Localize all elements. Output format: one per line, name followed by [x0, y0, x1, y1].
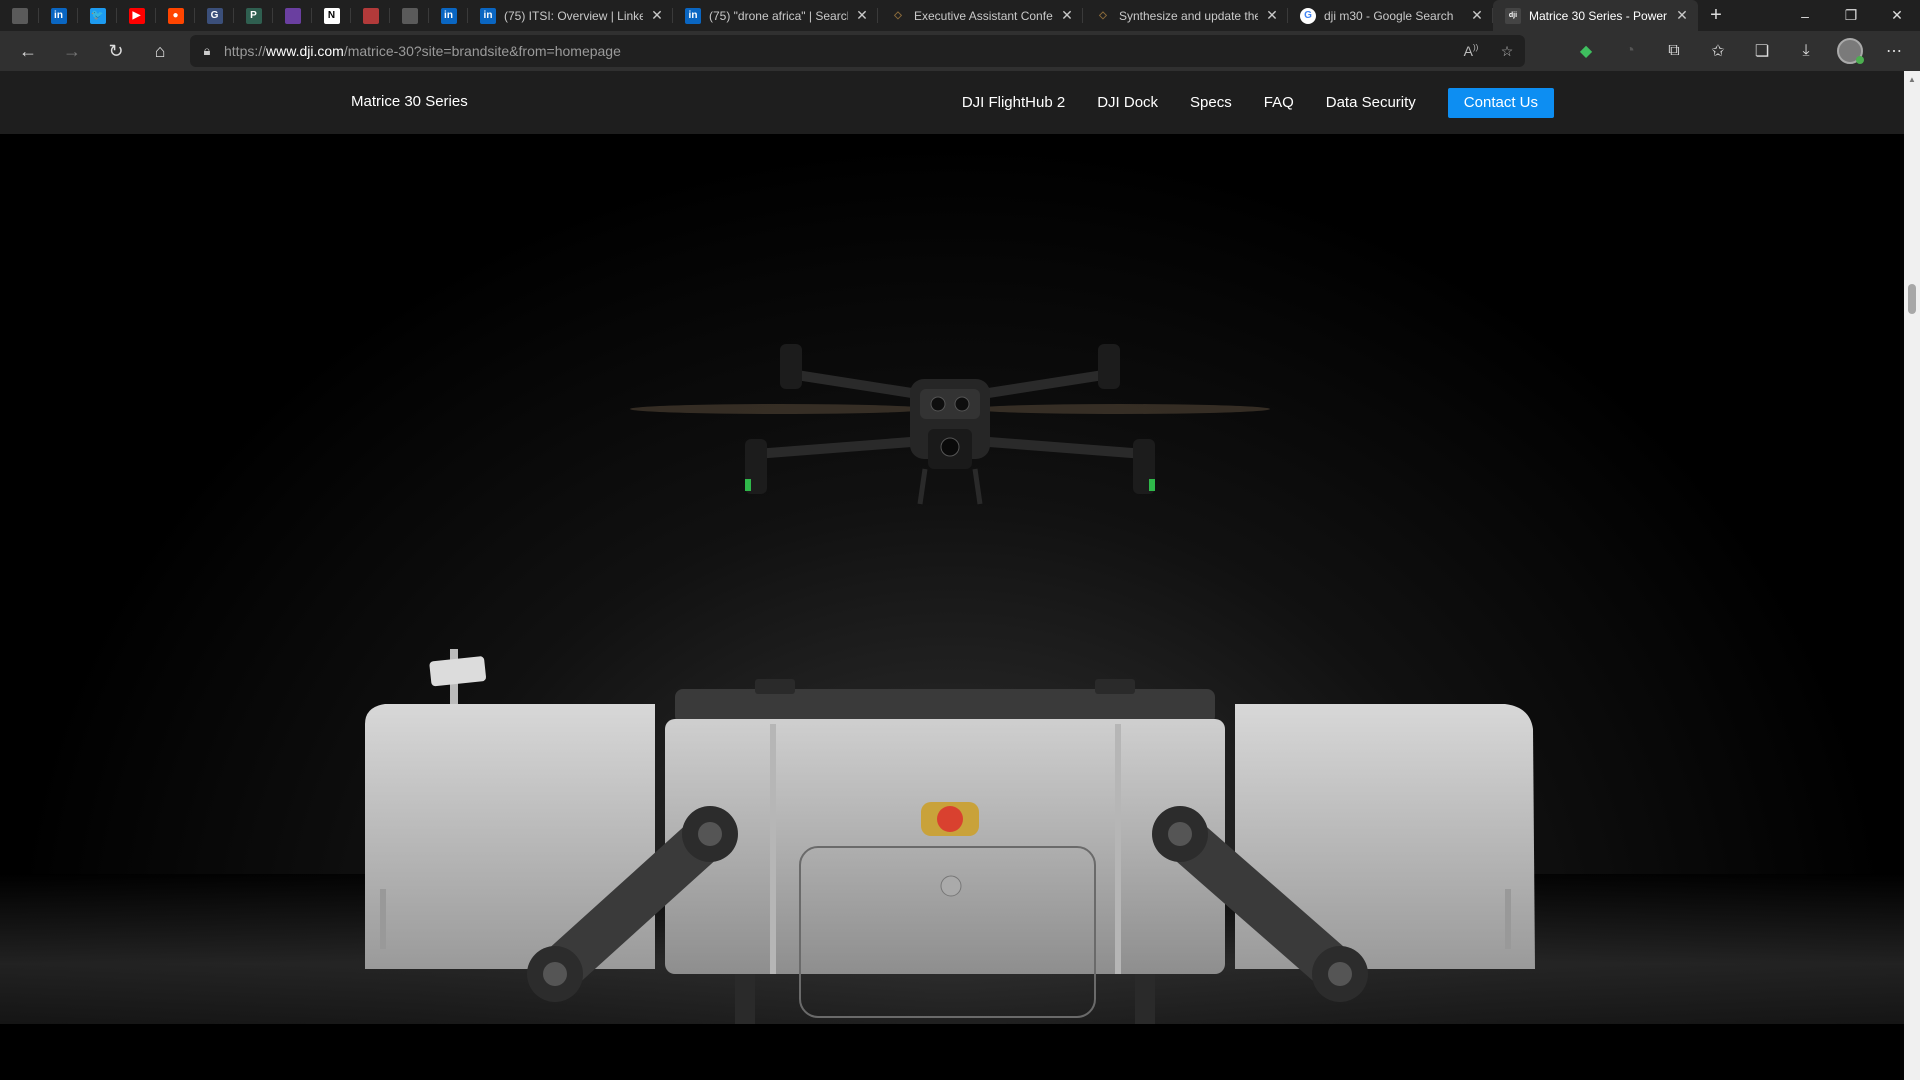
forward-button[interactable]: →: [50, 31, 94, 71]
linkedin-icon: in: [440, 7, 457, 24]
browser-tab[interactable]: ◇ Executive Assistant Conference ✕: [878, 0, 1083, 31]
extension-dim-icon[interactable]: ◔: [1608, 31, 1652, 71]
browser-tab[interactable]: in (75) ITSI: Overview | LinkedIn ✕: [468, 0, 673, 31]
pinned-tab[interactable]: [273, 0, 312, 31]
scrollbar-thumb[interactable]: [1908, 284, 1916, 314]
refresh-button[interactable]: ↻: [94, 31, 138, 71]
nav-link-specs[interactable]: Specs: [1190, 94, 1232, 111]
back-arrow-icon: ←: [19, 40, 37, 61]
linkedin-icon: in: [480, 7, 496, 24]
dji-dock-image: [365, 649, 1535, 1024]
linkedin-icon: in: [685, 7, 701, 24]
pinned-tab[interactable]: [0, 0, 39, 31]
linkedin-icon: in: [50, 7, 67, 24]
add-favorite-icon[interactable]: ☆: [1489, 43, 1525, 60]
url-path: /matrice-30?site=brandsite&from=homepage: [343, 43, 621, 59]
notion-icon: N: [323, 7, 340, 24]
drone-image: [630, 344, 1270, 505]
window-controls: – ❐ ✕: [1782, 0, 1920, 31]
pinned-tabs: in 🐦 ▶ ● G P Nin: [0, 0, 468, 31]
page-viewport: Matrice 30 Series DJI FlightHub 2 DJI Doc…: [0, 71, 1904, 1080]
pinned-tab[interactable]: [390, 0, 429, 31]
pinned-tab[interactable]: 🐦: [78, 0, 117, 31]
app-icon: P: [245, 7, 262, 24]
tab-close-icon[interactable]: ✕: [854, 7, 870, 24]
url-host: www.dji.com: [266, 43, 344, 59]
address-bar-actions: A)) ☆: [1453, 43, 1525, 60]
site-menu: DJI FlightHub 2 DJI Dock Specs FAQ Data Secu…: [962, 71, 1554, 134]
home-icon: ⌂: [154, 40, 166, 61]
browser-tab[interactable]: in (75) "drone africa" | Search | LinkedI…: [673, 0, 878, 31]
pinned-tab[interactable]: P: [234, 0, 273, 31]
diamond-icon: ◇: [1099, 10, 1107, 21]
toolbar-right: ◆ ◔ ⧉ ✩ ❏ ⤓ ⋯: [1564, 31, 1920, 71]
twitter-icon: 🐦: [89, 7, 106, 24]
nav-link-dji-dock[interactable]: DJI Dock: [1097, 94, 1158, 111]
pinned-tab[interactable]: [351, 0, 390, 31]
contact-us-button[interactable]: Contact Us: [1447, 87, 1554, 118]
tab-title: Matrice 30 Series - Power: [1529, 8, 1668, 23]
pinned-tab[interactable]: N: [312, 0, 351, 31]
site-navigation: Matrice 30 Series DJI FlightHub 2 DJI Doc…: [0, 71, 1904, 134]
scroll-up-icon[interactable]: ▲: [1904, 71, 1920, 88]
forward-arrow-icon: →: [63, 40, 81, 61]
profile-avatar[interactable]: [1828, 31, 1872, 71]
grid-app-icon: G: [206, 7, 223, 24]
app-icon: [11, 7, 28, 24]
nav-link-faq[interactable]: FAQ: [1264, 94, 1294, 111]
hero-section: [0, 134, 1904, 1024]
app-icon: [362, 7, 379, 24]
read-aloud-icon[interactable]: A)): [1453, 43, 1489, 60]
browser-tab-strip: in 🐦 ▶ ● G P Nin in (75) ITSI: Overview | Linke…: [0, 0, 1920, 31]
page-scrollbar[interactable]: ▲: [1904, 71, 1920, 1080]
extension-icon[interactable]: ◆: [1564, 31, 1608, 71]
tab-close-icon[interactable]: ✕: [1469, 7, 1485, 24]
collections-icon[interactable]: ❏: [1740, 31, 1784, 71]
refresh-icon: ↻: [108, 40, 124, 61]
restore-button[interactable]: ❐: [1828, 0, 1874, 31]
tab-close-icon[interactable]: ✕: [1674, 7, 1690, 24]
back-button[interactable]: ←: [6, 31, 50, 71]
address-bar[interactable]: 🔒︎ https://www.dji.com/matrice-30?site=b…: [190, 35, 1525, 67]
youtube-icon: ▶: [128, 7, 145, 24]
more-menu-icon[interactable]: ⋯: [1872, 31, 1916, 71]
tab-close-icon[interactable]: ✕: [1059, 7, 1075, 24]
google-icon: G: [1300, 7, 1316, 24]
lock-icon[interactable]: 🔒︎: [190, 43, 224, 59]
tab-title: (75) "drone africa" | Search | LinkedIn: [709, 8, 848, 23]
tab-title: dji m30 - Google Search: [1324, 8, 1454, 23]
nav-link-dji-flighthub-2[interactable]: DJI FlightHub 2: [962, 94, 1065, 111]
close-window-button[interactable]: ✕: [1874, 0, 1920, 31]
tab-close-icon[interactable]: ✕: [1264, 7, 1280, 24]
avatar: [1837, 38, 1864, 64]
app-icon: [401, 7, 418, 24]
tab-title: (75) ITSI: Overview | LinkedIn: [504, 8, 643, 23]
url-scheme: https://: [224, 43, 267, 59]
tab-title: Executive Assistant Conference: [914, 8, 1053, 23]
reddit-icon: ●: [167, 7, 184, 24]
minimize-button[interactable]: –: [1782, 0, 1828, 31]
site-brand-link[interactable]: Matrice 30 Series: [351, 93, 468, 110]
browser-tab[interactable]: Gdji m30 - Google Search ✕: [1288, 0, 1493, 31]
browser-tab[interactable]: ◇ Synthesize and update the ✕: [1083, 0, 1288, 31]
tab-title: Synthesize and update the: [1119, 8, 1258, 23]
pinned-tab[interactable]: in: [39, 0, 78, 31]
diamond-icon: ◇: [894, 10, 902, 21]
dji-icon: dji: [1505, 7, 1521, 24]
tab-list: in (75) ITSI: Overview | LinkedIn ✕ in (75) …: [468, 0, 1698, 31]
browser-toolbar: ← → ↻ ⌂ 🔒︎ https://www.dji.com/matrice-3…: [0, 31, 1920, 71]
downloads-icon[interactable]: ⤓: [1784, 31, 1828, 71]
pinned-tab[interactable]: in: [429, 0, 468, 31]
nav-link-data-security[interactable]: Data Security: [1326, 94, 1416, 111]
favorites-icon[interactable]: ✩: [1696, 31, 1740, 71]
extensions-puzzle-icon[interactable]: ⧉: [1652, 31, 1696, 71]
pinned-tab[interactable]: G: [195, 0, 234, 31]
pinned-tab[interactable]: ●: [156, 0, 195, 31]
tab-close-icon[interactable]: ✕: [649, 7, 665, 24]
browser-tab[interactable]: dji Matrice 30 Series - Power ✕: [1493, 0, 1698, 31]
app-icon: [284, 7, 301, 24]
home-button[interactable]: ⌂: [138, 31, 182, 71]
pinned-tab[interactable]: ▶: [117, 0, 156, 31]
new-tab-button[interactable]: +: [1698, 0, 1734, 31]
